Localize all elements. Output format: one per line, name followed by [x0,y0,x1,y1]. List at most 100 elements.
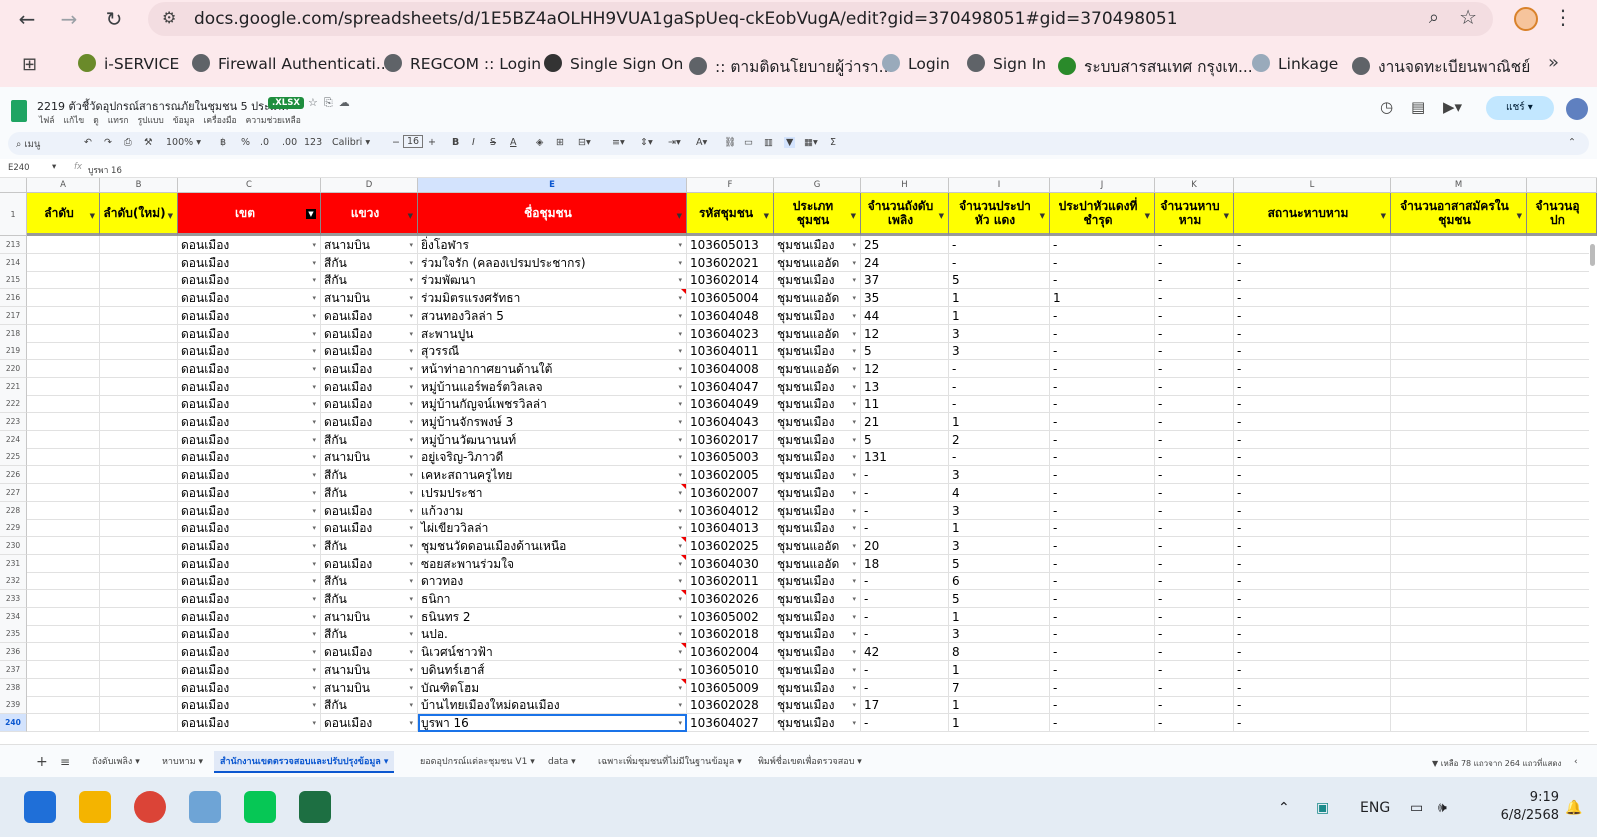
dropdown-chevron-icon[interactable]: ▾ [409,590,413,607]
table-cell[interactable]: สีกัน ▾ [321,590,418,608]
vertical-scrollbar[interactable] [1589,236,1597,736]
table-cell[interactable]: - [1155,643,1234,662]
row-number[interactable]: 236 [0,643,27,662]
table-cell[interactable]: - [1155,377,1234,396]
table-cell[interactable] [100,590,178,608]
tray-overflow-icon[interactable]: ⌃ [1278,800,1290,816]
table-cell[interactable]: 103602004 [687,643,774,662]
table-cell[interactable]: 103604023 [687,324,774,343]
table-cell[interactable]: - [861,678,949,697]
dropdown-chevron-icon[interactable]: ▾ [409,484,413,501]
table-cell[interactable] [1527,271,1597,290]
table-cell[interactable] [100,572,178,591]
table-cell[interactable]: - [1234,536,1391,555]
table-cell[interactable]: บูรพา 16 ▾ [418,713,687,732]
menu-data[interactable]: ข้อมูล [173,116,195,126]
header-cell-col-hydrants-broken[interactable]: ประปาหัวแดงที่ ชำรุด ▼ [1050,193,1155,236]
table-cell[interactable] [27,590,100,608]
table-cell[interactable]: 2 [949,430,1050,449]
table-cell[interactable] [27,536,100,555]
tab-sheet-1[interactable]: หาบหาม ▾ [156,751,209,773]
comment-marker-icon[interactable] [681,678,686,684]
table-cell[interactable]: ดอนเมือง ▾ [178,359,321,378]
table-cell[interactable] [1527,430,1597,449]
table-cell[interactable]: - [1155,590,1234,608]
column-header[interactable]: I [949,178,1050,193]
table-cell[interactable]: - [1050,678,1155,697]
table-cell[interactable]: 18 [861,554,949,573]
dropdown-chevron-icon[interactable]: ▾ [852,325,856,342]
column-header[interactable]: B [100,178,178,193]
table-cell[interactable]: 103605002 [687,607,774,626]
header-cell-col-hydrants[interactable]: จำนวนประปาหัว แดง ▼ [949,193,1050,236]
table-cell[interactable]: 3 [949,324,1050,343]
table-cell[interactable] [1391,678,1527,697]
table-cell[interactable]: 20 [861,536,949,555]
table-cell[interactable]: 103605004 [687,289,774,308]
dropdown-chevron-icon[interactable]: ▾ [852,555,856,572]
print-icon[interactable]: ⎙ [124,137,132,148]
table-cell[interactable] [100,660,178,679]
row-number[interactable]: 220 [0,359,27,378]
table-cell[interactable]: - [861,572,949,591]
table-cell[interactable]: - [861,466,949,485]
line-icon[interactable] [244,791,276,823]
dropdown-chevron-icon[interactable]: ▾ [678,572,682,589]
dropdown-chevron-icon[interactable]: ▾ [312,395,316,412]
table-cell[interactable]: ชุมชนแออัด ▾ [774,324,861,343]
table-cell[interactable]: - [1234,607,1391,626]
table-cell[interactable] [1391,519,1527,538]
filter-icon[interactable]: ▼ [168,209,173,223]
header-cell-col-extinguishers[interactable]: จำนวนถังดับ เพลิง ▼ [861,193,949,236]
table-cell[interactable] [1527,448,1597,467]
table-cell[interactable]: ชุมชนเมือง ▾ [774,590,861,608]
dropdown-chevron-icon[interactable]: ▾ [678,413,682,430]
table-cell[interactable] [1527,590,1597,608]
table-cell[interactable]: ดอนเมือง ▾ [178,236,321,254]
table-cell[interactable] [27,519,100,538]
table-cell[interactable] [27,607,100,626]
dropdown-chevron-icon[interactable]: ▾ [852,484,856,501]
table-cell[interactable]: 1 [949,607,1050,626]
table-cell[interactable]: - [1234,253,1391,272]
table-cell[interactable]: ดอนเมือง ▾ [178,660,321,679]
table-cell[interactable]: ดอนเมือง ▾ [178,536,321,555]
tab-sheet-3[interactable]: ยอดอุปกรณ์แต่ละชุมชน V1 ▾ [414,751,541,773]
table-cell[interactable]: 103604049 [687,395,774,414]
header-cell-col-equipment[interactable]: จำนวนอุปก [1527,193,1597,236]
increase-decimal-button[interactable]: .00 [282,137,297,148]
table-cell[interactable] [100,696,178,715]
table-cell[interactable] [100,236,178,254]
file-explorer-icon[interactable] [79,791,111,823]
currency-button[interactable]: ฿ [220,137,226,148]
table-cell[interactable]: - [1050,519,1155,538]
table-cell[interactable]: 12 [861,359,949,378]
table-cell[interactable] [100,713,178,732]
dropdown-chevron-icon[interactable]: ▾ [852,679,856,696]
table-cell[interactable]: ดอนเมือง ▾ [178,306,321,325]
forward-icon[interactable]: → [56,6,82,32]
clock[interactable]: 9:19 6/8/2568 [1491,789,1559,825]
table-cell[interactable]: 1 [949,660,1050,679]
dropdown-chevron-icon[interactable]: ▾ [852,519,856,536]
table-cell[interactable]: - [1050,713,1155,732]
menu-edit[interactable]: แก้ไข [64,116,85,126]
table-cell[interactable]: สีกัน ▾ [321,466,418,485]
dropdown-chevron-icon[interactable]: ▾ [678,360,682,377]
filter-views-icon[interactable]: ▦▾ [804,137,818,148]
dropdown-chevron-icon[interactable]: ▾ [312,271,316,288]
table-cell[interactable]: - [1155,342,1234,361]
dropdown-chevron-icon[interactable]: ▾ [678,395,682,412]
table-cell[interactable]: 3 [949,536,1050,555]
table-cell[interactable]: ดอนเมือง ▾ [178,483,321,502]
table-cell[interactable]: ชุมชนเมือง ▾ [774,713,861,732]
dropdown-chevron-icon[interactable]: ▾ [852,431,856,448]
column-header[interactable]: M [1391,178,1527,193]
table-cell[interactable]: ดอนเมือง ▾ [321,643,418,662]
table-cell[interactable] [27,236,100,254]
table-cell[interactable] [100,395,178,414]
table-cell[interactable]: - [1050,466,1155,485]
table-cell[interactable]: ดอนเมือง ▾ [178,625,321,644]
table-cell[interactable]: ชุมชนเมือง ▾ [774,342,861,361]
dropdown-chevron-icon[interactable]: ▾ [409,643,413,660]
